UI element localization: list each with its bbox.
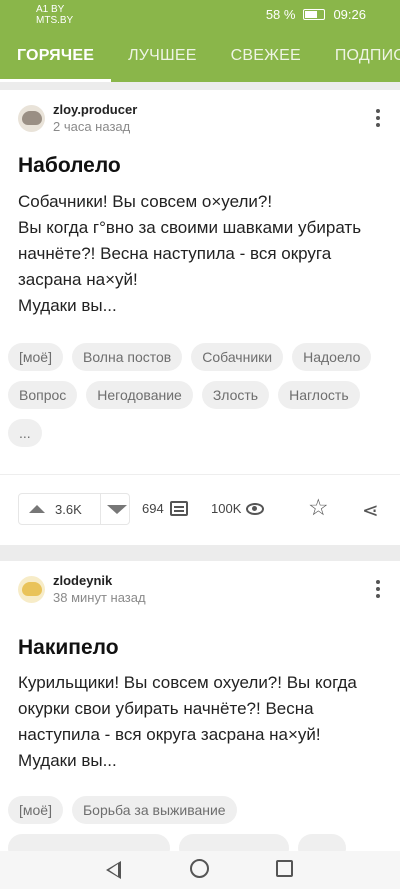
star-icon[interactable]: ☆ (308, 495, 329, 519)
tag[interactable]: Борьба за выживание (71, 796, 237, 824)
post-tags: [моё] Борьба за выживание (8, 796, 390, 851)
post-title[interactable]: Накипело (18, 636, 119, 660)
back-icon[interactable] (106, 861, 121, 879)
comments-button[interactable]: 694 (142, 501, 188, 516)
battery-percent: 58 % (265, 7, 296, 22)
share-icon[interactable]: ⋖ (362, 498, 379, 523)
views-counter: 100K (211, 501, 265, 516)
tab-fresh[interactable]: СВЕЖЕЕ (214, 30, 318, 82)
status-bar: A1 BY MTS.BY 58 % 09:26 (0, 0, 400, 30)
avatar[interactable] (18, 575, 45, 603)
post-author[interactable]: zloy.producer 2 часа назад (18, 102, 137, 134)
home-icon[interactable] (190, 859, 209, 878)
tags-more[interactable]: ... (8, 419, 42, 447)
tag-partial[interactable] (179, 834, 289, 851)
more-vertical-icon[interactable] (376, 109, 380, 130)
app-header: A1 BY MTS.BY 58 % 09:26 ГОРЯЧЕЕ ЛУЧШЕЕ С… (0, 0, 400, 82)
arrow-down-icon[interactable] (107, 505, 127, 514)
tag-partial[interactable] (298, 834, 346, 851)
carrier-1: A1 BY (36, 4, 65, 15)
battery-icon (303, 9, 326, 20)
tag[interactable]: Наглость (278, 381, 360, 409)
tag[interactable]: Злость (201, 381, 270, 409)
post-text: Курильщики! Вы совсем охуели?! Вы когда … (18, 673, 357, 770)
post-author[interactable]: zlodeynik 38 минут назад (18, 573, 146, 605)
vote-box: 3.6K (18, 493, 130, 525)
post-text: Собачники! Вы совсем о×уели?! Вы когда г… (18, 192, 362, 315)
post-card: zloy.producer 2 часа назад Наболело Соба… (0, 90, 400, 545)
post-time: 38 минут назад (53, 590, 146, 605)
tag[interactable]: Волна постов (71, 343, 183, 371)
post-tags: [моё] Волна постов Собачники Надоело Воп… (8, 343, 390, 457)
post-time: 2 часа назад (53, 119, 131, 134)
tab-hot[interactable]: ГОРЯЧЕЕ (0, 30, 112, 82)
comments-count: 694 (142, 501, 164, 516)
post-title[interactable]: Наболело (18, 154, 121, 178)
tag[interactable]: [моё] (8, 796, 63, 824)
feed-tabs: ГОРЯЧЕЕ ЛУЧШЕЕ СВЕЖЕЕ ПОДПИСК (0, 30, 400, 82)
tag[interactable]: Надоело (292, 343, 372, 371)
recent-apps-icon[interactable] (276, 860, 293, 877)
rating: 3.6K (55, 501, 82, 517)
carrier-2: MTS.BY (36, 15, 74, 26)
tag[interactable]: [моё] (8, 343, 63, 371)
views-count: 100K (211, 501, 242, 516)
tag[interactable]: Негодование (86, 381, 193, 409)
post-footer: 3.6K 694 100K ☆ ⋖ (0, 493, 400, 533)
author-name[interactable]: zloy.producer (53, 102, 137, 117)
avatar[interactable] (18, 104, 45, 132)
system-nav-bar (0, 851, 400, 889)
tag[interactable]: Собачники (191, 343, 284, 371)
tab-subscriptions[interactable]: ПОДПИСК (318, 30, 400, 82)
tag[interactable]: Вопрос (8, 381, 78, 409)
divider (0, 474, 400, 475)
clock: 09:26 (333, 7, 366, 22)
arrow-up-icon[interactable] (29, 505, 45, 513)
more-vertical-icon[interactable] (376, 580, 380, 601)
tag-partial[interactable] (8, 834, 170, 851)
author-name[interactable]: zlodeynik (53, 573, 146, 588)
post-card: zlodeynik 38 минут назад Накипело Куриль… (0, 561, 400, 851)
eye-icon (246, 502, 265, 515)
comment-icon (169, 501, 188, 516)
tab-best[interactable]: ЛУЧШЕЕ (111, 30, 214, 82)
